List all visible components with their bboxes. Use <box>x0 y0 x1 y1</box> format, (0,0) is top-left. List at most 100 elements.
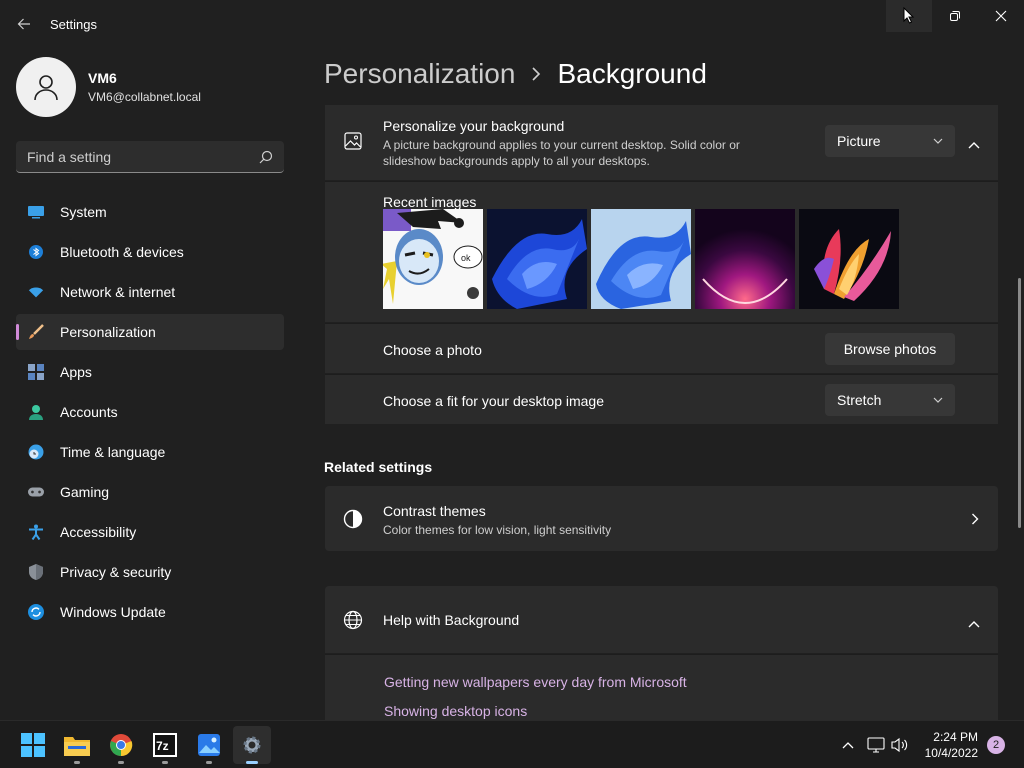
cartoon-image: ok <box>383 209 483 309</box>
fit-label: Choose a fit for your desktop image <box>383 393 605 409</box>
start-button[interactable] <box>19 731 47 759</box>
background-type-value: Picture <box>837 133 881 149</box>
glow-arc-image <box>695 209 795 309</box>
fit-dropdown[interactable]: Stretch <box>825 384 955 416</box>
brush-icon <box>28 324 44 340</box>
chrome-icon <box>110 734 133 757</box>
sidebar-item-system[interactable]: System <box>16 194 284 230</box>
recent-image-4[interactable] <box>695 209 795 309</box>
system-icon <box>28 204 44 220</box>
recent-image-2[interactable] <box>487 209 587 309</box>
browse-photos-button[interactable]: Browse photos <box>825 333 955 365</box>
chevron-right-icon <box>971 512 979 530</box>
sidebar-item-privacy[interactable]: Privacy & security <box>16 554 284 590</box>
sidebar-item-label: Accounts <box>60 404 118 420</box>
sidebar-item-accessibility[interactable]: Accessibility <box>16 514 284 550</box>
search-icon[interactable] <box>259 150 273 164</box>
sidebar-item-bluetooth[interactable]: Bluetooth & devices <box>16 234 284 270</box>
fit-row: Choose a fit for your desktop image Stre… <box>325 374 998 424</box>
recent-image-1[interactable]: ok <box>383 209 483 309</box>
photos-button[interactable] <box>195 731 223 759</box>
svg-text:ok: ok <box>461 253 471 263</box>
chevron-up-icon <box>968 621 980 628</box>
sidebar-item-label: Apps <box>60 364 92 380</box>
colorful-petals-image <box>799 209 899 309</box>
contrast-themes-description: Color themes for low vision, light sensi… <box>383 523 612 537</box>
help-link-desktop-icons[interactable]: Showing desktop icons <box>384 703 527 719</box>
blue-bloom-dark-image <box>487 209 587 309</box>
app-title: Settings <box>50 17 97 32</box>
sidebar-item-label: Privacy & security <box>60 564 172 580</box>
sidebar-item-personalization[interactable]: Personalization <box>16 314 284 350</box>
sidebar-item-label: System <box>60 204 107 220</box>
sidebar-item-label: Accessibility <box>60 524 137 540</box>
update-icon <box>28 604 44 620</box>
user-profile[interactable]: VM6 VM6@collabnet.local <box>16 57 201 117</box>
mouse-cursor-icon <box>903 7 915 24</box>
running-indicator <box>118 761 124 764</box>
chevron-down-icon <box>933 397 943 403</box>
contrast-themes-row[interactable]: Contrast themes Color themes for low vis… <box>325 486 998 551</box>
globe-icon <box>343 610 363 635</box>
notification-badge[interactable]: 2 <box>987 736 1005 754</box>
background-description-2: slideshow backgrounds apply to all your … <box>383 154 650 168</box>
arrow-left-icon <box>17 18 30 30</box>
clock-time: 2:24 PM <box>933 730 978 744</box>
recent-image-3[interactable] <box>591 209 691 309</box>
breadcrumb-parent[interactable]: Personalization <box>324 58 515 90</box>
sidebar-item-network[interactable]: Network & internet <box>16 274 284 310</box>
speaker-icon <box>891 737 908 753</box>
collapse-button[interactable] <box>968 136 980 154</box>
7zip-icon: 7z <box>153 733 177 757</box>
shield-icon <box>28 564 44 580</box>
back-button[interactable] <box>14 14 34 34</box>
show-hidden-icons-button[interactable] <box>834 731 862 759</box>
help-row[interactable]: Help with Background <box>325 586 998 653</box>
sidebar-item-gaming[interactable]: Gaming <box>16 474 284 510</box>
search-input[interactable] <box>27 148 259 165</box>
background-type-dropdown[interactable]: Picture <box>825 125 955 157</box>
choose-photo-label: Choose a photo <box>383 342 482 358</box>
running-indicator <box>74 761 80 764</box>
running-indicator <box>162 761 168 764</box>
sidebar-item-label: Gaming <box>60 484 110 500</box>
clock-date: 10/4/2022 <box>924 746 978 760</box>
contrast-themes-title: Contrast themes <box>383 503 486 519</box>
chevron-right-icon <box>531 67 541 81</box>
scrollbar-thumb[interactable] <box>1018 278 1021 528</box>
search-box[interactable] <box>16 141 284 173</box>
file-explorer-button[interactable] <box>63 731 91 759</box>
user-email: VM6@collabnet.local <box>88 90 201 104</box>
background-title: Personalize your background <box>383 118 565 134</box>
running-indicator <box>206 761 212 764</box>
help-link-wallpapers[interactable]: Getting new wallpapers every day from Mi… <box>384 674 687 690</box>
chrome-button[interactable] <box>107 731 135 759</box>
clock[interactable]: 2:24 PM 10/4/2022 <box>918 729 978 761</box>
close-button[interactable] <box>978 0 1024 32</box>
chevron-down-icon <box>933 138 943 144</box>
sidebar-item-apps[interactable]: Apps <box>16 354 284 390</box>
minimize-button[interactable] <box>886 0 932 32</box>
sidebar-item-label: Windows Update <box>60 604 166 620</box>
collapse-button[interactable] <box>968 615 980 633</box>
sidebar-item-accounts[interactable]: Accounts <box>16 394 284 430</box>
restore-icon <box>950 11 960 21</box>
title-bar: Settings <box>0 0 1024 48</box>
choose-photo-row: Choose a photo Browse photos <box>325 323 998 373</box>
restore-button[interactable] <box>932 0 978 32</box>
settings-button[interactable] <box>233 726 271 764</box>
sidebar-item-windows-update[interactable]: Windows Update <box>16 594 284 630</box>
sidebar-item-label: Personalization <box>60 324 156 340</box>
sidebar-item-label: Time & language <box>60 444 166 460</box>
volume-button[interactable] <box>886 731 914 759</box>
taskbar: 7z 2:24 PM 10/4/2022 2 <box>0 720 1024 768</box>
7zip-button[interactable]: 7z <box>151 731 179 759</box>
sidebar-item-time-language[interactable]: Time & language <box>16 434 284 470</box>
sidebar-nav: System Bluetooth & devices Network & int… <box>16 194 284 634</box>
chevron-up-icon <box>842 742 854 749</box>
chevron-up-icon <box>968 142 980 149</box>
person-icon <box>28 404 44 420</box>
personalize-background-row[interactable]: Personalize your background A picture ba… <box>325 105 998 180</box>
recent-image-5[interactable] <box>799 209 899 309</box>
ethernet-icon <box>867 737 885 753</box>
